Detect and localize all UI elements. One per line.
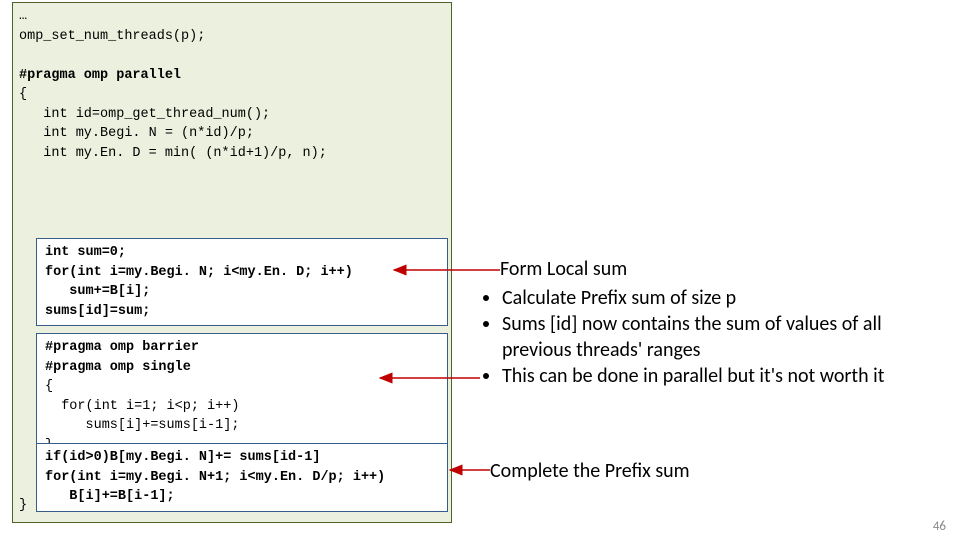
code-line: omp_set_num_threads(p); bbox=[19, 27, 445, 47]
code-line: sums[i]+=sums[i-1]; bbox=[45, 416, 439, 436]
code-line: … bbox=[19, 7, 445, 27]
code-line: int my.En. D = min( (n*id+1)/p, n); bbox=[19, 144, 445, 164]
code-line: for(int i=1; i<p; i++) bbox=[45, 397, 439, 417]
code-brace: { bbox=[19, 85, 445, 105]
code-box-complete-prefix: if(id>0)B[my.Begi. N]+= sums[id-1] for(i… bbox=[36, 443, 448, 512]
list-item: Sums [id] now contains the sum of values… bbox=[502, 311, 950, 363]
code-line: if(id>0)B[my.Begi. N]+= sums[id-1] bbox=[45, 448, 439, 468]
code-line: B[i]+=B[i-1]; bbox=[45, 487, 439, 507]
code-line: for(int i=my.Begi. N+1; i<my.En. D/p; i+… bbox=[45, 468, 439, 488]
code-line: { bbox=[45, 377, 439, 397]
code-pragma: #pragma omp parallel bbox=[19, 66, 445, 86]
code-line: sum+=B[i]; bbox=[45, 282, 439, 302]
list-item: This can be done in parallel but it's no… bbox=[502, 363, 950, 389]
code-blank bbox=[19, 164, 445, 184]
code-line: int my.Begi. N = (n*id)/p; bbox=[19, 124, 445, 144]
code-line: int sum=0; bbox=[45, 243, 439, 263]
code-line: sums[id]=sum; bbox=[45, 302, 439, 322]
list-item: Calculate Prefix sum of size p bbox=[502, 285, 950, 311]
code-blank bbox=[19, 183, 445, 203]
annotation-prefix-sum-list: Calculate Prefix sum of size p Sums [id]… bbox=[480, 285, 950, 389]
code-blank bbox=[19, 203, 445, 223]
code-line: int id=omp_get_thread_num(); bbox=[19, 105, 445, 125]
code-box-barrier-single: #pragma omp barrier #pragma omp single {… bbox=[36, 333, 448, 460]
annotation-complete-prefix: Complete the Prefix sum bbox=[490, 458, 930, 484]
annotation-text: Form Local sum bbox=[500, 257, 627, 281]
code-box-local-sum: int sum=0; for(int i=my.Begi. N; i<my.En… bbox=[36, 238, 448, 326]
code-blank bbox=[19, 46, 445, 66]
annotation-text: Complete the Prefix sum bbox=[490, 459, 690, 483]
code-line: #pragma omp barrier bbox=[45, 338, 439, 358]
code-line: for(int i=my.Begi. N; i<my.En. D; i++) bbox=[45, 263, 439, 283]
page-number: 46 bbox=[933, 519, 946, 534]
annotation-form-local-sum: Form Local sum bbox=[500, 256, 940, 282]
code-line: #pragma omp single bbox=[45, 358, 439, 378]
